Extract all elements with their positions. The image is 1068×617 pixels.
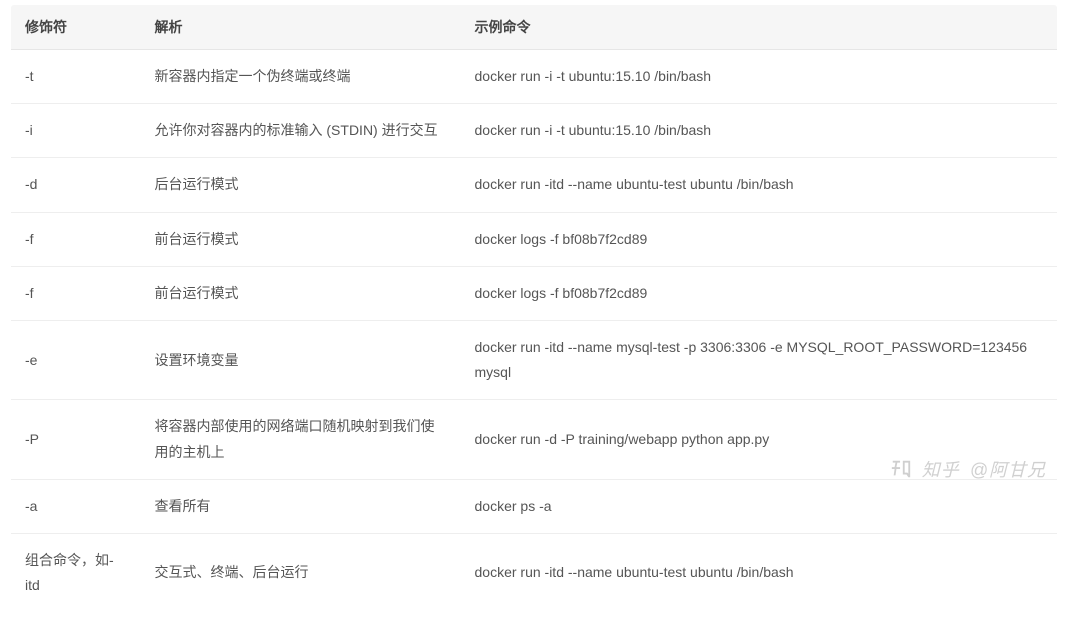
cell-description: 交互式、终端、后台运行	[141, 533, 461, 612]
cell-description: 后台运行模式	[141, 158, 461, 212]
cell-modifier: -t	[11, 50, 141, 104]
cell-description: 前台运行模式	[141, 212, 461, 266]
table-header: 修饰符 解析 示例命令	[11, 5, 1058, 50]
cell-example: docker run -itd --name ubuntu-test ubunt…	[461, 158, 1058, 212]
col-header-example: 示例命令	[461, 5, 1058, 50]
cell-modifier: -f	[11, 266, 141, 320]
table-row: -a查看所有docker ps -a	[11, 479, 1058, 533]
cell-modifier: -i	[11, 104, 141, 158]
cell-example: docker run -itd --name ubuntu-test ubunt…	[461, 533, 1058, 612]
table-row: -f前台运行模式docker logs -f bf08b7f2cd89	[11, 266, 1058, 320]
table-body: -t新容器内指定一个伪终端或终端docker run -i -t ubuntu:…	[11, 50, 1058, 613]
docker-flags-table-container: 修饰符 解析 示例命令 -t新容器内指定一个伪终端或终端docker run -…	[0, 0, 1068, 617]
table-row: -d后台运行模式docker run -itd --name ubuntu-te…	[11, 158, 1058, 212]
cell-modifier: -e	[11, 320, 141, 399]
table-row: -e设置环境变量docker run -itd --name mysql-tes…	[11, 320, 1058, 399]
cell-description: 允许你对容器内的标准输入 (STDIN) 进行交互	[141, 104, 461, 158]
docker-flags-table: 修饰符 解析 示例命令 -t新容器内指定一个伪终端或终端docker run -…	[10, 4, 1058, 613]
table-row: 组合命令，如-itd交互式、终端、后台运行docker run -itd --n…	[11, 533, 1058, 612]
col-header-description: 解析	[141, 5, 461, 50]
cell-description: 将容器内部使用的网络端口随机映射到我们使用的主机上	[141, 400, 461, 479]
table-row: -t新容器内指定一个伪终端或终端docker run -i -t ubuntu:…	[11, 50, 1058, 104]
cell-modifier: -a	[11, 479, 141, 533]
col-header-modifier: 修饰符	[11, 5, 141, 50]
cell-description: 查看所有	[141, 479, 461, 533]
cell-example: docker run -d -P training/webapp python …	[461, 400, 1058, 479]
table-row: -i允许你对容器内的标准输入 (STDIN) 进行交互docker run -i…	[11, 104, 1058, 158]
cell-modifier: 组合命令，如-itd	[11, 533, 141, 612]
cell-example: docker logs -f bf08b7f2cd89	[461, 266, 1058, 320]
cell-modifier: -f	[11, 212, 141, 266]
table-row: -P将容器内部使用的网络端口随机映射到我们使用的主机上docker run -d…	[11, 400, 1058, 479]
cell-modifier: -d	[11, 158, 141, 212]
cell-description: 新容器内指定一个伪终端或终端	[141, 50, 461, 104]
cell-example: docker ps -a	[461, 479, 1058, 533]
cell-description: 前台运行模式	[141, 266, 461, 320]
table-row: -f前台运行模式docker logs -f bf08b7f2cd89	[11, 212, 1058, 266]
cell-example: docker logs -f bf08b7f2cd89	[461, 212, 1058, 266]
cell-example: docker run -i -t ubuntu:15.10 /bin/bash	[461, 104, 1058, 158]
cell-example: docker run -i -t ubuntu:15.10 /bin/bash	[461, 50, 1058, 104]
cell-description: 设置环境变量	[141, 320, 461, 399]
cell-modifier: -P	[11, 400, 141, 479]
cell-example: docker run -itd --name mysql-test -p 330…	[461, 320, 1058, 399]
